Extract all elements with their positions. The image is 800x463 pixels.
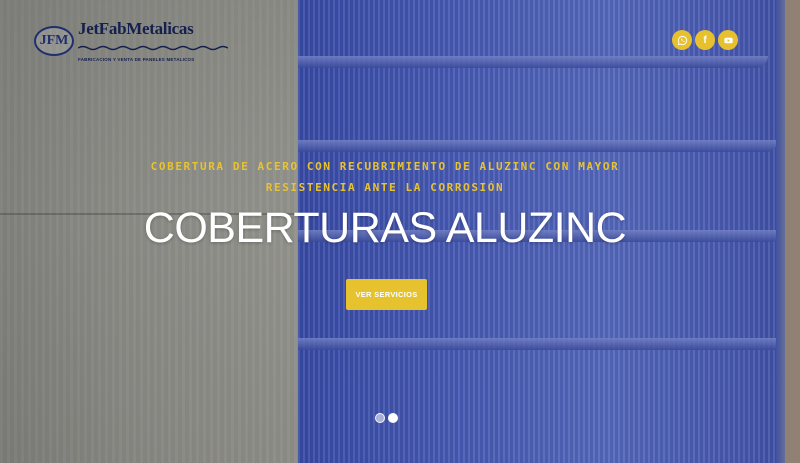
logo-wave-icon [77,45,229,51]
social-links: f [672,30,738,50]
slider-dot-1[interactable] [375,413,385,423]
slider-pagination [375,413,398,423]
brand-tagline: FABRICACION Y VENTA DE PANELES METALICOS [78,57,195,62]
logo-text: JetFabMetalicas FABRICACION Y VENTA DE P… [77,19,229,62]
facebook-icon[interactable]: f [695,30,715,50]
logo-badge: JFM [34,26,74,56]
view-services-button[interactable]: VER SERVICIOS [346,279,427,310]
hero-subtitle: COBERTURA DE ACERO CON RECUBRIMIENTO DE … [120,156,650,198]
hero-subtitle-line-1: COBERTURA DE ACERO CON RECUBRIMIENTO DE … [150,160,620,173]
brand-name: JetFabMetalicas [78,19,194,38]
youtube-icon[interactable] [718,30,738,50]
hero-subtitle-line-2: RESISTENCIA ANTE LA CORROSIÓN [265,181,505,194]
whatsapp-icon[interactable] [672,30,692,50]
hero-title: COBERTURAS ALUZINC [143,204,627,252]
slider-dot-2[interactable] [388,413,398,423]
site-logo[interactable]: JFM JetFabMetalicas FABRICACION Y VENTA … [34,19,229,62]
